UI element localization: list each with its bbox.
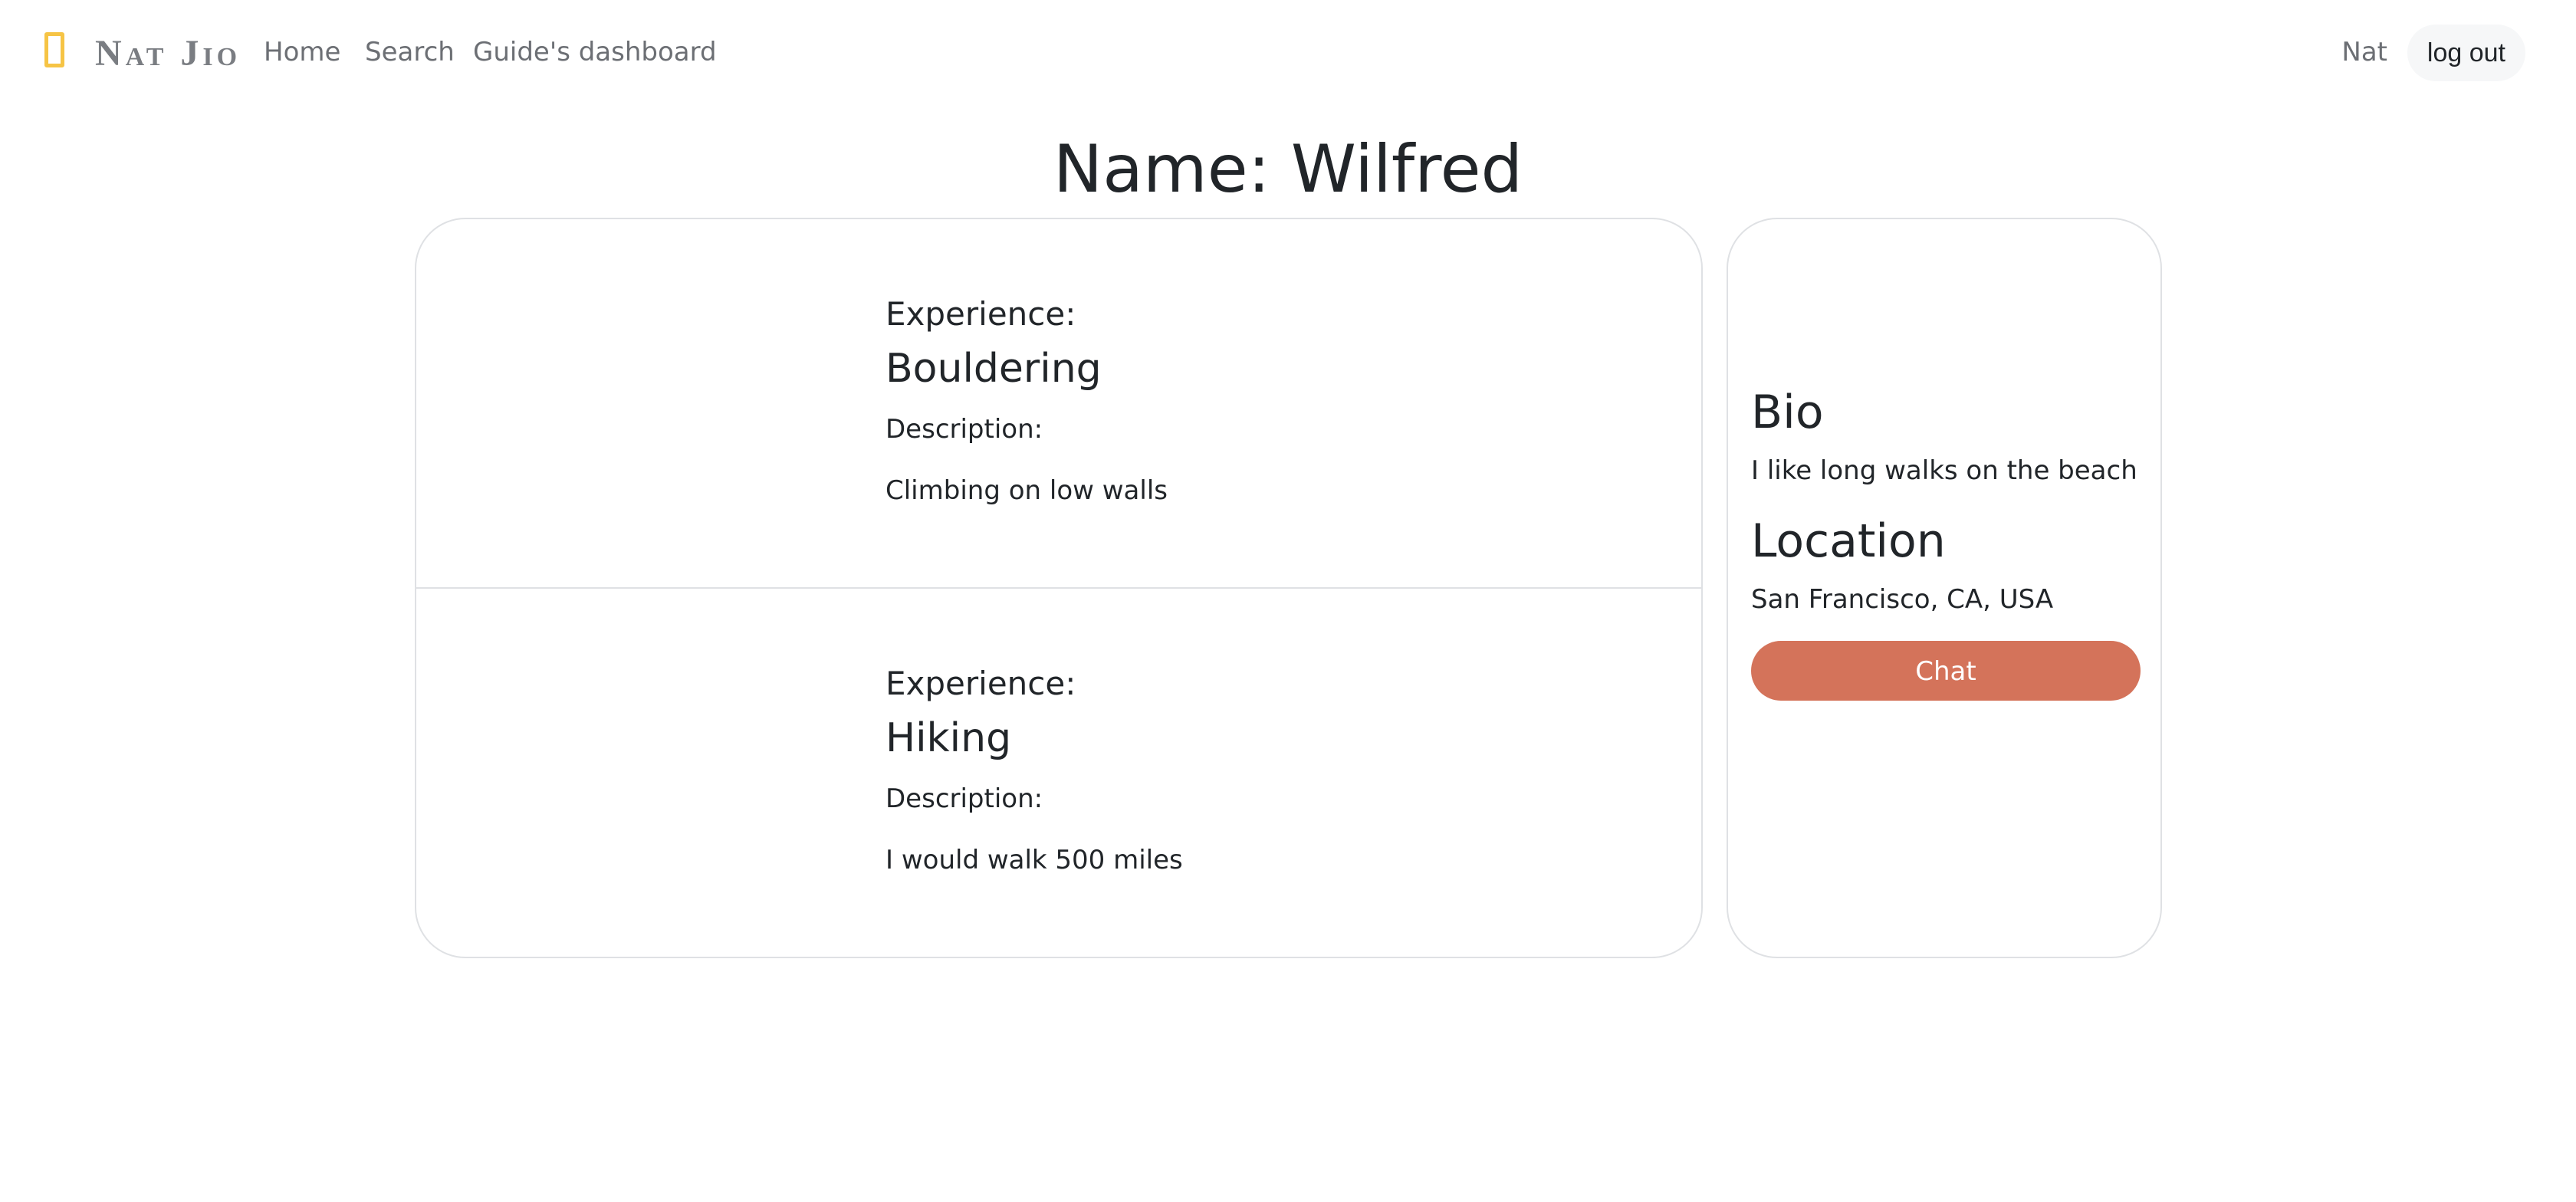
current-user-name: Nat [2341, 37, 2387, 67]
experience-item: Experience: Bouldering Description: Clim… [416, 219, 1701, 589]
experience-description: Climbing on low walls [886, 475, 1168, 506]
location-text: San Francisco, CA, USA [1751, 584, 2054, 615]
profile-card: Bio I like long walks on the beach Locat… [1727, 218, 2162, 958]
brand-name[interactable]: Nat Jio [95, 32, 241, 75]
nav-link-guides-dashboard[interactable]: Guide's dashboard [473, 34, 717, 71]
chat-button[interactable]: Chat [1751, 641, 2141, 701]
location-heading: Location [1751, 514, 1946, 568]
description-label: Description: [886, 783, 1043, 814]
experience-name: Hiking [886, 715, 1012, 761]
experience-label: Experience: [886, 665, 1076, 702]
experience-name: Bouldering [886, 346, 1102, 392]
book-icon[interactable] [44, 32, 64, 67]
bio-heading: Bio [1751, 386, 1824, 439]
experience-description: I would walk 500 miles [886, 845, 1183, 875]
description-label: Description: [886, 414, 1043, 445]
page-title: Name: Wilfred [1053, 131, 1523, 208]
navbar: Nat Jio Home Search Guide's dashboard Na… [0, 0, 2576, 104]
experience-label: Experience: [886, 295, 1076, 333]
nav-link-home[interactable]: Home [264, 34, 340, 71]
bio-text: I like long walks on the beach [1751, 455, 2137, 486]
experience-item: Experience: Hiking Description: I would … [416, 589, 1701, 957]
logout-button[interactable]: log out [2407, 25, 2525, 81]
nav-link-search[interactable]: Search [365, 34, 455, 71]
experiences-card: Experience: Bouldering Description: Clim… [415, 218, 1703, 958]
